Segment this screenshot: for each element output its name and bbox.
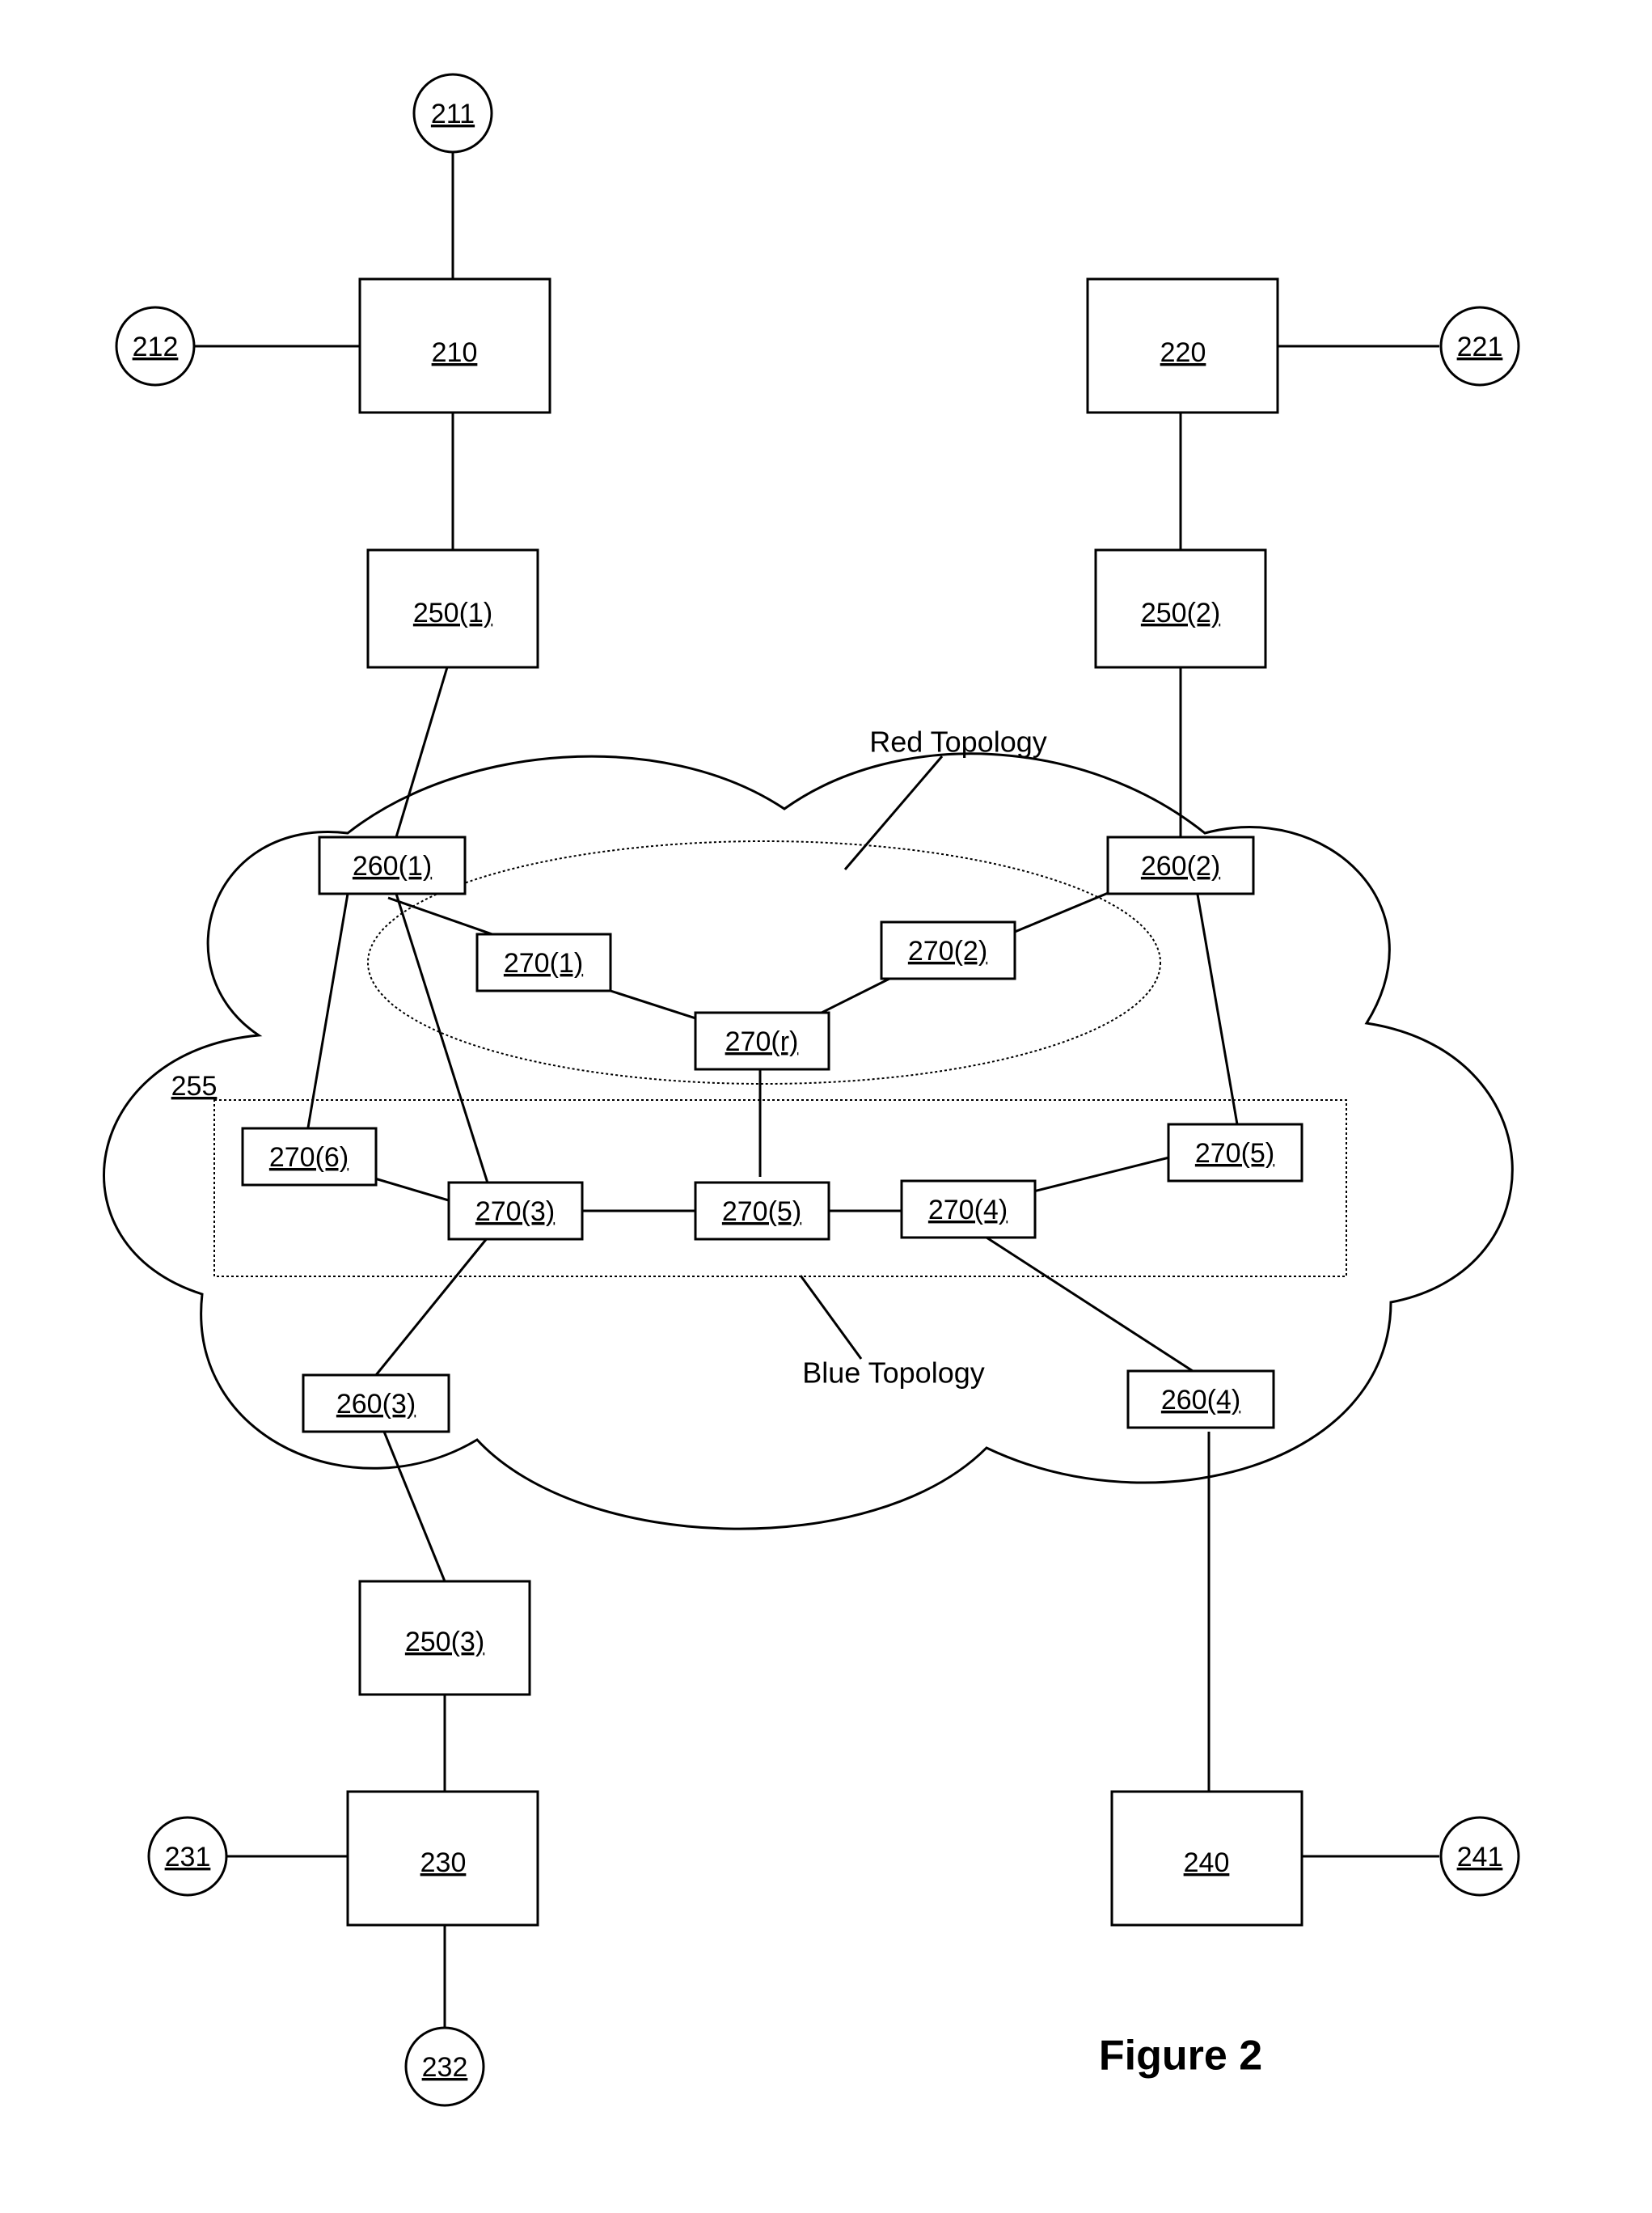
figure-caption: Figure 2 [1099,2033,1262,2080]
label-240: 240 [1184,1847,1230,1878]
leader-blue-topology [801,1276,861,1359]
label-270-5-lower: 270(5) [722,1196,801,1227]
label-270-1: 270(1) [504,948,583,979]
label-211: 211 [431,99,475,129]
label-270-5-upper: 270(5) [1195,1138,1274,1169]
label-231: 231 [165,1842,211,1872]
label-232: 232 [422,2052,468,2083]
label-250-3: 250(3) [405,1627,484,1657]
label-250-2: 250(2) [1141,598,1220,628]
label-270-3: 270(3) [475,1196,555,1227]
edge-2602-2705a [1197,890,1237,1124]
edge-2601-2706 [307,894,348,1132]
label-220: 220 [1160,337,1206,368]
label-260-2: 260(2) [1141,851,1220,882]
edge-2501-2601 [396,667,447,837]
label-212: 212 [133,332,179,362]
edge-2603-2703 [376,1238,488,1375]
label-260-4: 260(4) [1161,1385,1240,1415]
edge-2704-2705a [1027,1157,1172,1193]
label-260-1: 260(1) [353,851,432,882]
label-230: 230 [420,1847,467,1878]
label-270-4: 270(4) [928,1195,1008,1225]
label-270-6: 270(6) [269,1142,349,1173]
diagram-canvas: 210 220 250(1) 250(2) 260(1) 260(2) 270(… [0,0,1652,2213]
label-221: 221 [1457,332,1503,362]
label-241: 241 [1457,1842,1503,1872]
label-270-r: 270(r) [725,1026,799,1057]
label-210: 210 [432,337,478,368]
label-255: 255 [171,1071,218,1102]
label-250-1: 250(1) [413,598,492,628]
label-red-topology: Red Topology [869,726,1047,759]
label-blue-topology: Blue Topology [802,1356,985,1390]
edge-2604-2704 [987,1238,1193,1371]
label-270-2: 270(2) [908,936,987,967]
label-260-3: 260(3) [336,1389,416,1420]
edge-2603-2503 [384,1432,445,1581]
